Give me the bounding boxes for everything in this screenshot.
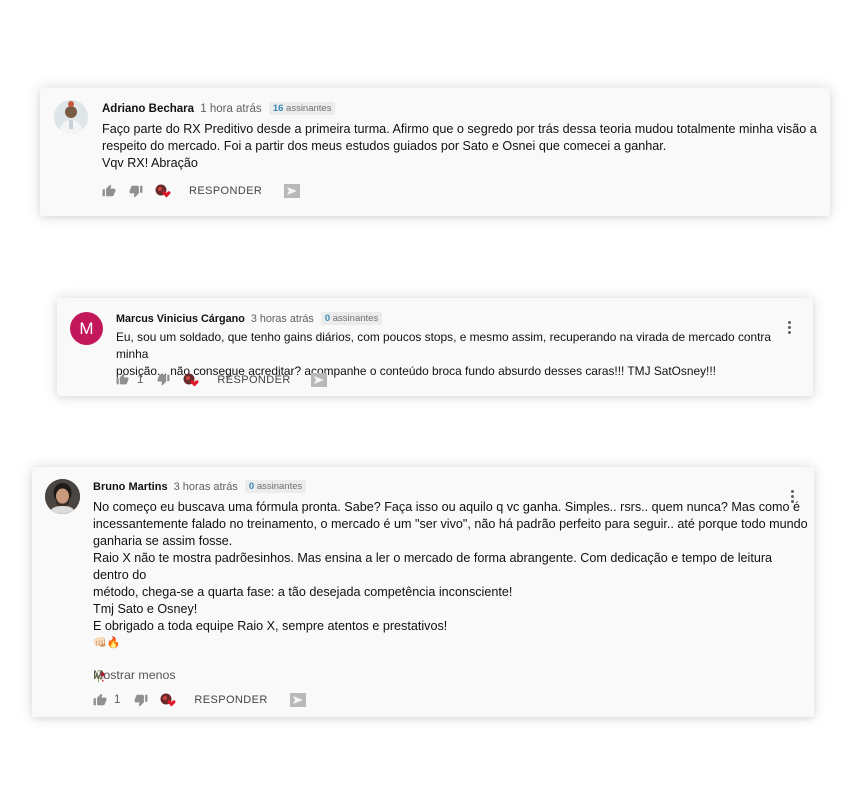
comment-time[interactable]: 1 hora atrás xyxy=(200,103,261,115)
dislike-icon[interactable] xyxy=(157,373,171,387)
subscriber-count: 0 xyxy=(248,481,255,492)
comment-header: Adriano Bechara 1 hora atrás 16 assinant… xyxy=(102,102,336,115)
comment-line xyxy=(93,652,808,669)
author-name[interactable]: Marcus Vinicius Cárgano xyxy=(116,313,245,325)
comment-actions: RESPONDER xyxy=(102,183,301,199)
author-name[interactable]: Bruno Martins xyxy=(93,481,168,493)
comment-time[interactable]: 3 horas atrás xyxy=(174,481,238,493)
comment-header: Bruno Martins 3 horas atrás 0 assinantes xyxy=(93,480,307,493)
comment-time[interactable]: 3 horas atrás xyxy=(251,313,314,325)
comment-line: No começo eu buscava uma fórmula pronta.… xyxy=(93,500,801,514)
comment-line: Faço parte do RX Preditivo desde a prime… xyxy=(102,122,817,136)
subscriber-badge: 0 assinantes xyxy=(244,480,307,493)
send-icon[interactable] xyxy=(284,184,301,198)
comment-line: método, chega-se a quarta fase: a tão de… xyxy=(93,585,513,599)
like-icon[interactable] xyxy=(93,693,107,707)
comment-card: Bruno Martins 3 horas atrás 0 assinantes… xyxy=(32,467,814,717)
creator-heart-icon xyxy=(155,184,171,198)
subscriber-label: assinantes xyxy=(286,103,332,114)
like-icon[interactable] xyxy=(116,373,130,387)
subscriber-count: 0 xyxy=(324,313,331,324)
emoji-line: 🥀 xyxy=(93,671,107,683)
comment-line: Tmj Sato e Osney! xyxy=(93,602,198,616)
comment-line: Vqv RX! Abração xyxy=(102,156,198,170)
comment-line: respeito do mercado. Foi a partir dos me… xyxy=(102,139,667,153)
send-icon[interactable] xyxy=(289,693,306,707)
avatar[interactable]: M xyxy=(70,312,103,345)
reply-button[interactable]: RESPONDER xyxy=(194,694,267,706)
like-count: 1 xyxy=(114,694,121,706)
subscriber-badge: 0 assinantes xyxy=(320,312,383,325)
avatar[interactable] xyxy=(45,479,80,514)
like-icon[interactable] xyxy=(102,184,116,198)
comment-actions: 1 RESPONDER xyxy=(93,692,306,708)
emoji-line: 👊🏻🔥 xyxy=(93,637,121,649)
comment-actions: 1 RESPONDER xyxy=(116,372,327,388)
comment-line: E obrigado a toda equipe Raio X, sempre … xyxy=(93,619,448,633)
comment-text: Faço parte do RX Preditivo desde a prime… xyxy=(102,121,817,172)
subscriber-count: 16 xyxy=(272,103,284,114)
subscriber-badge: 16 assinantes xyxy=(268,102,336,115)
comment-line: incessantemente falado no treinamento, o… xyxy=(93,517,808,531)
creator-heart-icon xyxy=(183,373,199,387)
reply-button[interactable]: RESPONDER xyxy=(217,374,290,386)
comment-line: ganharia se assim fosse. xyxy=(93,534,233,548)
dislike-icon[interactable] xyxy=(129,184,143,198)
subscriber-label: assinantes xyxy=(332,313,379,324)
send-icon[interactable] xyxy=(310,373,327,387)
creator-heart-icon xyxy=(160,693,176,707)
comment-card: M Marcus Vinicius Cárgano 3 horas atrás … xyxy=(57,298,813,396)
show-less-link[interactable]: Mostrar menos xyxy=(93,668,176,682)
reply-button[interactable]: RESPONDER xyxy=(189,185,262,197)
author-name[interactable]: Adriano Bechara xyxy=(102,103,194,115)
comment-line: Raio X não te mostra padrõesinhos. Mas e… xyxy=(93,551,773,582)
comment-card: Adriano Bechara 1 hora atrás 16 assinant… xyxy=(40,88,830,216)
comment-text: No começo eu buscava uma fórmula pronta.… xyxy=(93,499,808,686)
comment-header: Marcus Vinicius Cárgano 3 horas atrás 0 … xyxy=(116,312,383,325)
subscriber-label: assinantes xyxy=(256,481,303,492)
like-count: 1 xyxy=(137,374,144,386)
comment-line: Eu, sou um soldado, que tenho gains diár… xyxy=(116,330,772,361)
avatar[interactable] xyxy=(54,100,88,134)
avatar-letter: M xyxy=(79,318,94,338)
dislike-icon[interactable] xyxy=(134,693,148,707)
